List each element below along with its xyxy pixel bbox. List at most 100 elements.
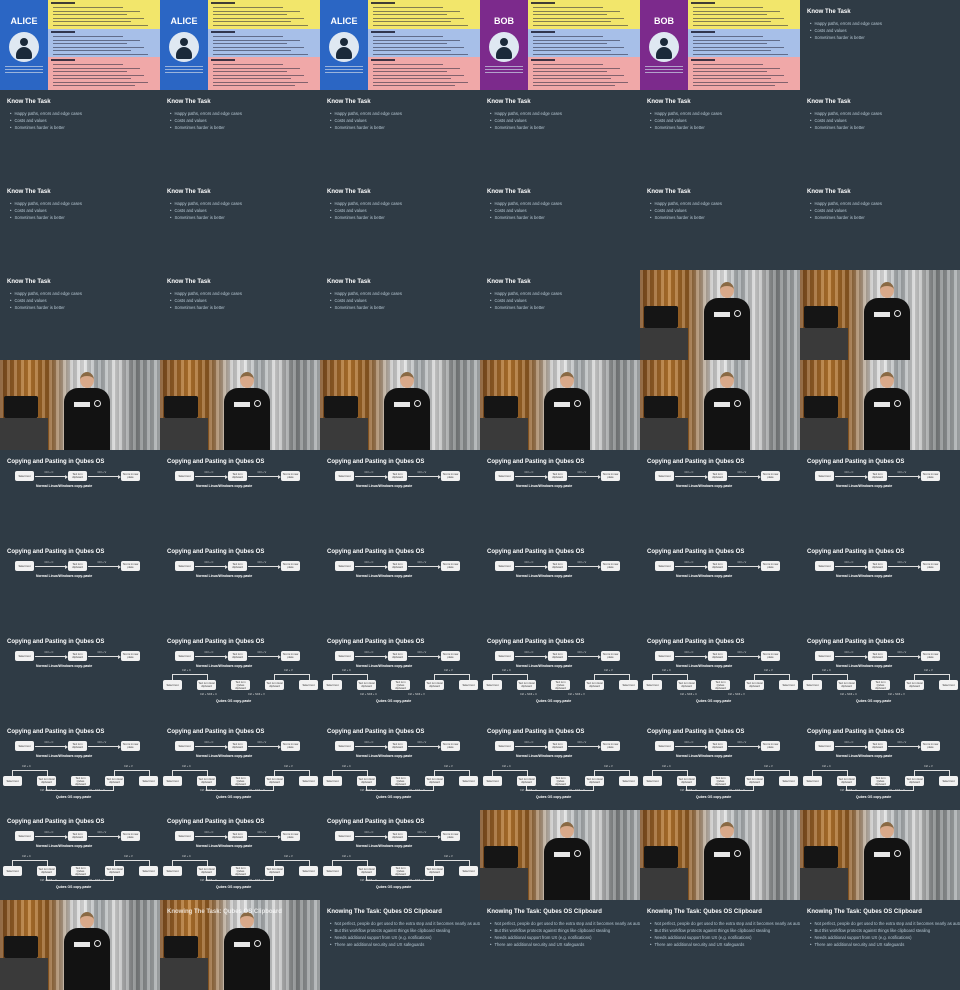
diagram-box: Text is in new place [601,561,620,571]
slide-thumbnail[interactable]: Copying and Pasting in Qubes OS Select te… [0,720,160,810]
slide-thumbnail[interactable]: ALICE [160,0,320,90]
slide-thumbnail[interactable]: Copying and Pasting in Qubes OS Select te… [320,450,480,540]
slide-thumbnail[interactable]: Knowing The Task: Qubes OS Clipboard Not … [480,900,640,990]
diagram-box: Text is in clipboard [388,471,407,481]
diagram-box: Text is in clipboard [548,471,567,481]
band-text-line [533,71,607,72]
slide-thumbnail[interactable] [800,810,960,900]
slide-thumbnail[interactable] [800,360,960,450]
slide-thumbnail[interactable]: Know The Task Happy paths, errors and edg… [480,90,640,180]
slide-thumbnail[interactable]: Copying and Pasting in Qubes OS Select te… [800,720,960,810]
slide-title: Copying and Pasting in Qubes OS [807,549,905,555]
slide-thumbnail[interactable]: Know The Task Happy paths, errors and edg… [160,90,320,180]
diagram-arrow [248,564,281,569]
slide-thumbnail[interactable]: Copying and Pasting in Qubes OS Select te… [800,630,960,720]
slide-thumbnail[interactable]: Copying and Pasting in Qubes OS Select te… [0,630,160,720]
slide-thumbnail[interactable]: Know The Task Happy paths, errors and edg… [0,270,160,360]
shirt-print [714,402,730,407]
slide-thumbnail[interactable] [160,360,320,450]
slide-thumbnail[interactable]: Copying and Pasting in Qubes OS Select te… [640,450,800,540]
slide-thumbnail[interactable]: Know The Task Happy paths, errors and edg… [800,0,960,90]
slide-thumbnail[interactable]: Copying and Pasting in Qubes OS Select te… [160,720,320,810]
arrow-label: Ctrl + V [284,765,293,768]
slide-thumbnail[interactable]: Copying and Pasting in Qubes OS Select te… [320,630,480,720]
slide-title: Know The Task [647,189,691,195]
band-text-line [533,78,611,79]
slide-thumbnail[interactable]: Know The Task Happy paths, errors and edg… [0,180,160,270]
lectern [160,958,208,990]
diagram-arrow [835,474,868,479]
diagram-caption: Normal Linux/Windows copy-paste [836,484,893,488]
slide-thumbnail[interactable] [480,810,640,900]
slide-thumbnail[interactable]: BOB [640,0,800,90]
slide-thumbnail[interactable]: Copying and Pasting in Qubes OS Select te… [160,450,320,540]
slide-thumbnail[interactable]: Copying and Pasting in Qubes OS Select te… [160,540,320,630]
bullet-list: Happy paths, errors and edge casesCosts … [650,200,722,221]
slide-thumbnail[interactable]: Copying and Pasting in Qubes OS Select te… [320,720,480,810]
diagram-box: Text is in new place [761,741,780,751]
slide-thumbnail[interactable]: ALICE [320,0,480,90]
slide-thumbnail[interactable]: Copying and Pasting in Qubes OS Select te… [480,450,640,540]
slide-title: Copying and Pasting in Qubes OS [327,549,425,555]
slide-thumbnail[interactable]: Copying and Pasting in Qubes OS Select te… [320,540,480,630]
slide-thumbnail[interactable]: BOB [480,0,640,90]
avatar-head [20,38,28,46]
slide-thumbnail[interactable]: Know The Task Happy paths, errors and edg… [160,270,320,360]
bullet-item: But this workflow protects against thing… [650,927,800,934]
slide-thumbnail[interactable] [640,360,800,450]
slide-thumbnail[interactable]: Knowing The Task: Qubes OS Clipboard [160,900,320,990]
slide-thumbnail[interactable]: Know The Task Happy paths, errors and edg… [160,180,320,270]
diagram-arrow [835,654,868,659]
slide-thumbnail[interactable]: Copying and Pasting in Qubes OS Select te… [480,630,640,720]
diagram-box: Select text [323,776,342,786]
slide-thumbnail[interactable] [480,360,640,450]
band-text-line [213,17,304,19]
slide-thumbnail[interactable]: ALICE [0,0,160,90]
arrow-label: Ctrl + C [844,471,854,474]
slide-thumbnail[interactable] [0,900,160,990]
slide-thumbnail[interactable]: Copying and Pasting in Qubes OS Select te… [800,540,960,630]
slide-thumbnail[interactable]: Copying and Pasting in Qubes OS Select te… [480,540,640,630]
slide-thumbnail[interactable]: Knowing The Task: Qubes OS Clipboard Not … [320,900,480,990]
band-heading [371,31,395,33]
speaker [704,388,750,450]
lectern [320,418,368,450]
slide-thumbnail[interactable]: Copying and Pasting in Qubes OS Select te… [480,720,640,810]
slide-thumbnail[interactable]: Knowing The Task: Qubes OS Clipboard Not … [640,900,800,990]
slide-thumbnail[interactable]: Copying and Pasting in Qubes OS Select te… [320,810,480,900]
diagram-box: Text is in new place [121,471,140,481]
slide-thumbnail[interactable] [640,270,800,360]
slide-thumbnail[interactable] [800,270,960,360]
bullet-list: Happy paths, errors and edge casesCosts … [170,110,242,131]
arrow-label: Ctrl + V [97,561,107,564]
slide-thumbnail[interactable]: Know The Task Happy paths, errors and edg… [480,180,640,270]
slide-thumbnail[interactable]: Know The Task Happy paths, errors and edg… [800,180,960,270]
slide-thumbnail[interactable]: Know The Task Happy paths, errors and edg… [800,90,960,180]
slide-thumbnail[interactable]: Copying and Pasting in Qubes OS Select te… [0,450,160,540]
arrow-label: Ctrl + C [44,561,54,564]
slide-thumbnail[interactable]: Copying and Pasting in Qubes OS Select te… [800,450,960,540]
slide-thumbnail[interactable] [640,810,800,900]
slide-thumbnail[interactable]: Copying and Pasting in Qubes OS Select te… [0,810,160,900]
slide-thumbnail[interactable] [0,360,160,450]
slide-thumbnail[interactable]: Know The Task Happy paths, errors and edg… [0,90,160,180]
slide-thumbnail[interactable]: Copying and Pasting in Qubes OS Select te… [640,720,800,810]
slide-thumbnail[interactable]: Copying and Pasting in Qubes OS Select te… [160,810,320,900]
slide-thumbnail[interactable]: Know The Task Happy paths, errors and edg… [320,90,480,180]
slide-thumbnail[interactable] [320,360,480,450]
slide-thumbnail[interactable]: Know The Task Happy paths, errors and edg… [640,90,800,180]
slide-thumbnail[interactable]: Copying and Pasting in Qubes OS Select te… [640,630,800,720]
slide-thumbnail[interactable]: Copying and Pasting in Qubes OS Select te… [0,540,160,630]
bullet-item: Costs and values [330,117,402,124]
slide-thumbnail[interactable]: Know The Task Happy paths, errors and edg… [320,270,480,360]
arrow-label: Ctrl + Shift + V [248,693,265,696]
slide-thumbnail[interactable]: Knowing The Task: Qubes OS Clipboard Not … [800,900,960,990]
bullet-item: Sometimes harder is better [810,214,882,221]
slide-thumbnail[interactable]: Copying and Pasting in Qubes OS Select te… [640,540,800,630]
slide-thumbnail[interactable]: Copying and Pasting in Qubes OS Select te… [160,630,320,720]
slide-thumbnail[interactable]: Know The Task Happy paths, errors and edg… [320,180,480,270]
slide-thumbnail[interactable]: Know The Task Happy paths, errors and edg… [480,270,640,360]
bullet-item: Needs additional support from UX (e.g. n… [650,934,800,941]
diagram-box: Text is in new place [121,831,140,841]
slide-thumbnail[interactable]: Know The Task Happy paths, errors and edg… [640,180,800,270]
